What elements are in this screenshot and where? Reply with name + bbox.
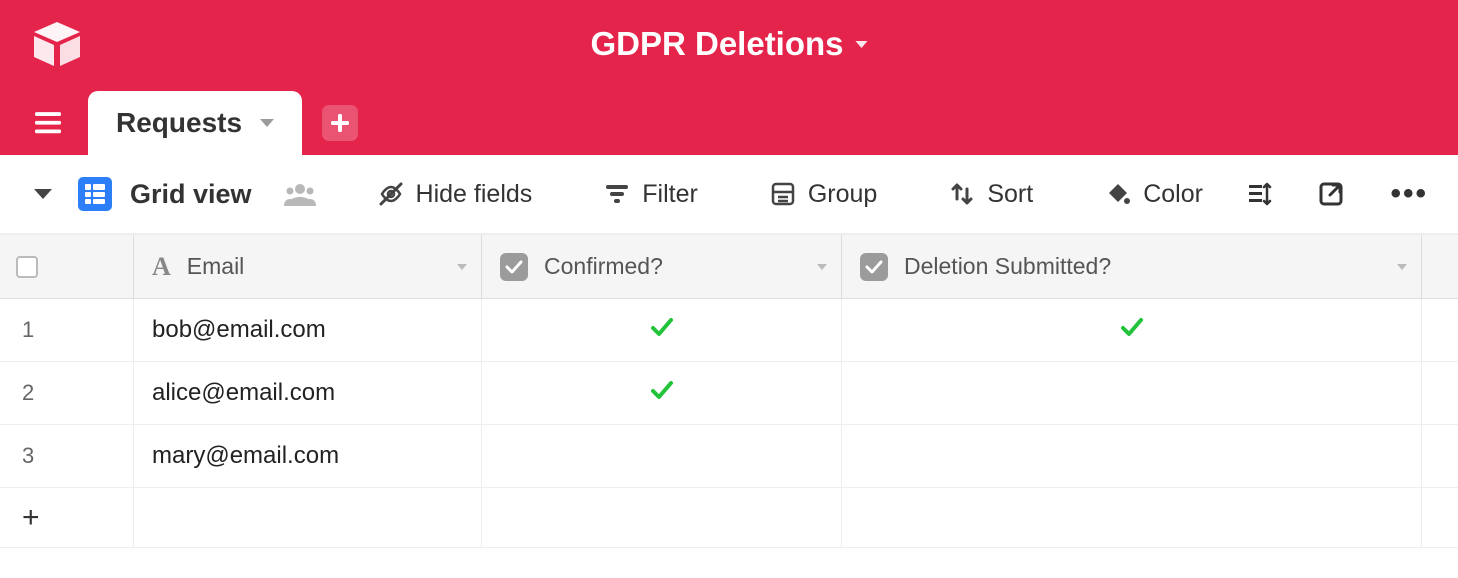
cell-submitted[interactable] [842, 425, 1422, 487]
select-all-checkbox[interactable] [16, 256, 38, 278]
table-row[interactable]: 1bob@email.com [0, 299, 1458, 362]
tabs-row: Requests [0, 90, 1458, 155]
cell-submitted[interactable] [842, 299, 1422, 361]
color-icon [1105, 181, 1131, 207]
app-header: GDPR Deletions Requests [0, 0, 1458, 155]
grid-header-row: A Email Confirmed? Deletion Submitted? [0, 235, 1458, 299]
views-sidebar-toggle[interactable] [34, 189, 52, 199]
row-height-button[interactable] [1246, 181, 1272, 207]
plus-icon [331, 114, 349, 132]
check-icon [650, 316, 674, 344]
check-icon [1120, 316, 1144, 344]
workspace-title: GDPR Deletions [590, 25, 843, 63]
column-header-email[interactable]: A Email [134, 235, 482, 298]
data-grid: A Email Confirmed? Deletion Submitted? [0, 235, 1458, 548]
cell-email[interactable]: bob@email.com [134, 299, 482, 361]
sort-button[interactable]: Sort [949, 180, 1033, 209]
tab-label: Requests [116, 107, 242, 139]
chevron-down-icon [856, 41, 868, 48]
column-menu-icon[interactable] [457, 264, 467, 270]
column-menu-icon[interactable] [817, 264, 827, 270]
sort-icon [949, 181, 975, 207]
add-table-button[interactable] [322, 105, 358, 141]
checkbox-field-icon [860, 253, 888, 281]
row-number: 2 [0, 362, 134, 424]
check-icon [650, 379, 674, 407]
group-icon [770, 181, 796, 207]
sidebar-toggle-button[interactable] [28, 103, 68, 143]
color-button[interactable]: Color [1105, 180, 1203, 209]
column-header-confirmed[interactable]: Confirmed? [482, 235, 842, 298]
people-icon [284, 181, 316, 207]
cell-email[interactable]: alice@email.com [134, 362, 482, 424]
grid-view-icon [78, 177, 112, 211]
cell-email[interactable]: mary@email.com [134, 425, 482, 487]
cell-submitted[interactable] [842, 362, 1422, 424]
hide-fields-button[interactable]: Hide fields [378, 180, 533, 209]
eye-off-icon [378, 181, 404, 207]
filter-button[interactable]: Filter [604, 180, 698, 209]
table-row[interactable]: 2alice@email.com [0, 362, 1458, 425]
checkbox-field-icon [500, 253, 528, 281]
cell-confirmed[interactable] [482, 362, 842, 424]
share-button[interactable] [1318, 181, 1344, 207]
text-field-icon: A [152, 252, 171, 282]
add-row[interactable]: + [0, 488, 1458, 548]
cell-confirmed[interactable] [482, 425, 842, 487]
table-row[interactable]: 3mary@email.com [0, 425, 1458, 488]
add-row-button[interactable]: + [0, 488, 134, 547]
column-header-submitted[interactable]: Deletion Submitted? [842, 235, 1422, 298]
cell-confirmed[interactable] [482, 299, 842, 361]
chevron-down-icon [260, 119, 274, 127]
tab-requests[interactable]: Requests [88, 91, 302, 155]
view-name[interactable]: Grid view [130, 179, 252, 210]
collaborators-button[interactable] [284, 181, 316, 207]
filter-icon [604, 181, 630, 207]
hamburger-icon [35, 112, 61, 134]
select-all-cell [0, 235, 134, 298]
add-column-gutter[interactable] [1422, 235, 1458, 298]
row-number: 1 [0, 299, 134, 361]
group-button[interactable]: Group [770, 180, 877, 209]
column-menu-icon[interactable] [1397, 264, 1407, 270]
view-toolbar: Grid view Hide fields Filter [0, 155, 1458, 235]
app-logo [30, 20, 84, 70]
workspace-switcher[interactable]: GDPR Deletions [590, 25, 867, 63]
row-number: 3 [0, 425, 134, 487]
